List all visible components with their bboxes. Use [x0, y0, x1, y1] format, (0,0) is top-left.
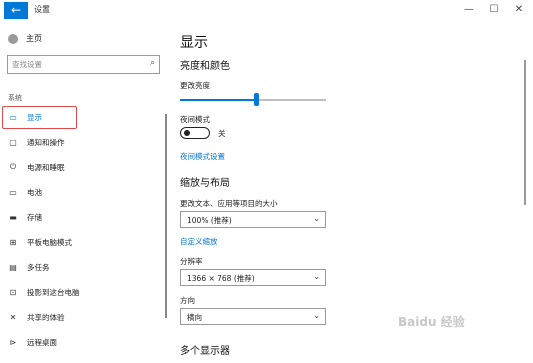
sidebar-item-label: 平板电脑模式: [27, 237, 72, 247]
window-title: 设置: [34, 5, 50, 14]
monitor-icon: ▭: [9, 112, 17, 122]
sidebar-item-label: 存储: [27, 212, 42, 222]
sidebar-item-label: 电源和睡眠: [27, 162, 65, 172]
brightness-slider-track[interactable]: [180, 99, 326, 101]
resolution-label: 分辨率: [180, 257, 203, 266]
resolution-dropdown-value: 1366 × 768 (推荐): [187, 274, 255, 283]
chevron-down-icon: ⌄: [313, 272, 320, 281]
sidebar-item-label: 远程桌面: [27, 337, 57, 347]
gear-icon: [8, 33, 18, 44]
main-scrollbar[interactable]: [524, 60, 526, 205]
main-content: 显示 亮度和颜色 更改亮度 夜间模式 关 夜间模式设置 缩放与布局 更改文本、应…: [180, 22, 520, 363]
orientation-dropdown-value: 横向: [187, 313, 202, 322]
night-light-state: 关: [218, 129, 226, 138]
chevron-down-icon: ⌄: [313, 214, 320, 223]
orientation-dropdown[interactable]: 横向 ⌄: [180, 308, 326, 325]
brightness-slider-fill: [180, 99, 256, 101]
sidebar-scrollbar[interactable]: [165, 114, 167, 318]
battery-icon: ▭: [9, 187, 17, 197]
sidebar-item-battery[interactable]: ▭ 电池: [0, 181, 165, 203]
section-label-system: 系统: [8, 94, 22, 102]
sidebar-item-label: 投影到这台电脑: [27, 287, 80, 297]
chat-icon: ▢: [9, 137, 17, 147]
scale-dropdown[interactable]: 100% (推荐) ⌄: [180, 211, 326, 228]
maximize-button[interactable]: ☐: [487, 3, 501, 17]
scale-dropdown-value: 100% (推荐): [187, 216, 232, 225]
close-button[interactable]: ✕: [512, 3, 526, 17]
sidebar-item-shared-experiences[interactable]: ✕ 共享的体验: [0, 306, 165, 328]
tablet-icon: ⊞: [9, 237, 17, 247]
projector-icon: ⊡: [9, 287, 17, 297]
power-icon: ⏻: [9, 162, 17, 171]
chevron-down-icon: ⌄: [313, 311, 320, 320]
search-icon[interactable]: ⌕: [150, 58, 155, 68]
resolution-dropdown[interactable]: 1366 × 768 (推荐) ⌄: [180, 269, 326, 286]
sidebar-item-notifications[interactable]: ▢ 通知和操作: [0, 131, 165, 153]
sidebar-item-display[interactable]: ▭ 显示: [0, 106, 165, 128]
night-light-settings-link[interactable]: 夜间模式设置: [180, 151, 225, 162]
title-bar: ← 设置 — ☐ ✕: [0, 0, 533, 22]
night-light-label: 夜间模式: [180, 115, 210, 124]
sidebar-item-multitasking[interactable]: ▤ 多任务: [0, 256, 165, 278]
search-input[interactable]: [12, 58, 142, 71]
brightness-section-heading: 亮度和颜色: [180, 61, 230, 72]
sidebar: 主页 ⌕ 系统 ▭ 显示 ▢ 通知和操作 ⏻ 电源和睡眠 ▭ 电池 ▬ 存储 ⊞…: [0, 22, 170, 363]
orientation-label: 方向: [180, 296, 195, 305]
sidebar-item-power[interactable]: ⏻ 电源和睡眠: [0, 156, 165, 178]
home-label: 主页: [26, 34, 42, 43]
toggle-knob: [184, 130, 190, 136]
brightness-slider-thumb[interactable]: [254, 93, 259, 106]
night-light-toggle[interactable]: [180, 127, 210, 139]
brightness-label: 更改亮度: [180, 81, 210, 90]
watermark-logo: Baidu 经验: [398, 315, 465, 329]
custom-scale-link[interactable]: 自定义缩放: [180, 236, 218, 247]
remote-icon: ⊳: [9, 337, 17, 347]
sidebar-item-label: 电池: [27, 187, 42, 197]
minimize-button[interactable]: —: [462, 3, 476, 17]
share-icon: ✕: [9, 312, 17, 322]
sidebar-item-tablet-mode[interactable]: ⊞ 平板电脑模式: [0, 231, 165, 253]
sidebar-item-label: 显示: [27, 112, 42, 122]
sidebar-item-label: 通知和操作: [27, 137, 65, 147]
home-nav-item[interactable]: 主页: [8, 33, 42, 44]
storage-icon: ▬: [9, 212, 17, 222]
scale-section-heading: 缩放与布局: [180, 178, 230, 189]
sidebar-item-projecting[interactable]: ⊡ 投影到这台电脑: [0, 281, 165, 303]
search-box[interactable]: ⌕: [7, 55, 160, 74]
multi-display-section-heading: 多个显示器: [180, 346, 230, 357]
page-title: 显示: [180, 35, 208, 51]
back-button[interactable]: ←: [4, 2, 28, 19]
sidebar-item-remote-desktop[interactable]: ⊳ 远程桌面: [0, 331, 165, 353]
scale-label: 更改文本、应用等项目的大小: [180, 199, 278, 208]
sidebar-item-label: 共享的体验: [27, 312, 65, 322]
multitask-icon: ▤: [9, 262, 17, 272]
sidebar-item-storage[interactable]: ▬ 存储: [0, 206, 165, 228]
sidebar-item-label: 多任务: [27, 262, 50, 272]
